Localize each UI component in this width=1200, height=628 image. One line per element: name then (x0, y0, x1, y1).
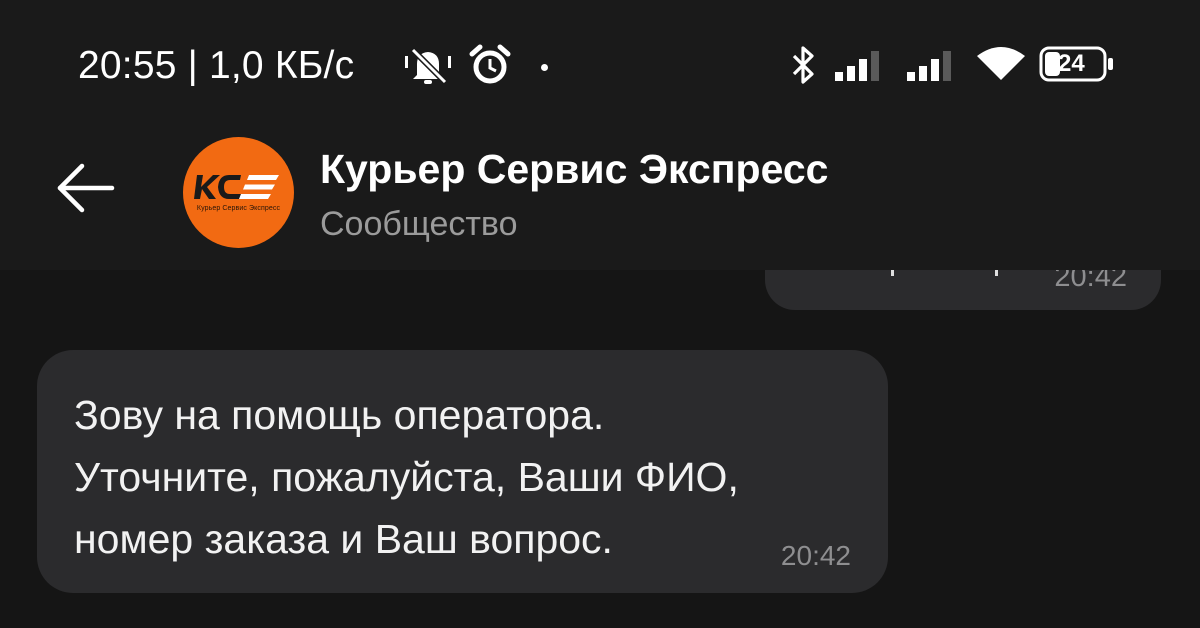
bell-muted-icon (403, 44, 453, 91)
battery-icon: 24 (1038, 44, 1118, 89)
battery-level: 24 (1058, 50, 1085, 77)
chat-screen: 20:42 Зову на помощь оператора. Уточните… (0, 0, 1200, 628)
chat-header: 20:55 | 1,0 КБ/с 24 Курьер Сервис Экспре… (0, 0, 1200, 270)
back-button[interactable] (50, 152, 122, 224)
signal-2-icon (905, 48, 965, 89)
bluetooth-icon (790, 44, 818, 91)
incoming-message-time: 20:42 (780, 540, 851, 571)
kce-logo-icon (194, 175, 279, 199)
arrow-left-icon (57, 163, 115, 213)
avatar-caption: Курьер Сервис Экспресс (196, 205, 281, 212)
wifi-icon (975, 46, 1027, 89)
incoming-message-bubble[interactable]: Зову на помощь оператора. Уточните, пожа… (37, 350, 888, 593)
community-avatar[interactable]: Курьер Сервис Экспресс (183, 137, 294, 248)
signal-1-icon (833, 48, 893, 89)
alarm-icon (468, 44, 512, 91)
incoming-message-text: Зову на помощь оператора. Уточните, пожа… (74, 392, 739, 562)
status-bar: 20:55 | 1,0 КБ/с 24 (0, 0, 1200, 130)
notification-dot-icon (541, 64, 548, 71)
status-time-speed: 20:55 | 1,0 КБ/с (78, 44, 355, 87)
chat-title[interactable]: Курьер Сервис Экспресс (320, 146, 828, 193)
chat-subtitle: Сообщество (320, 205, 518, 243)
